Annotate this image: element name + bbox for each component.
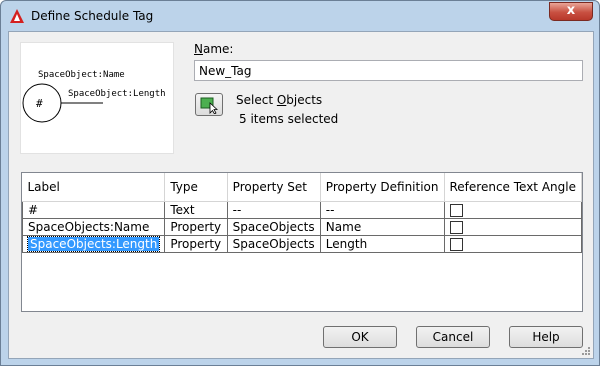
dialog-title: Define Schedule Tag [31,9,154,23]
column-header-reference-text-angle[interactable]: Reference Text Angle [444,173,582,202]
preview-label-name: SpaceObject:Name [38,70,125,80]
preview-symbol: # [36,97,43,110]
preview-label-length: SpaceObject:Length [68,89,166,99]
cell-property-definition[interactable]: Length [319,234,445,253]
tag-preview-drawing: # SpaceObject:Name SpaceObject:Length [22,70,166,123]
name-input[interactable] [194,60,583,81]
cell-property-set[interactable]: SpaceObjects [226,234,321,253]
dialog-window: Define Schedule Tag x # SpaceObject:Name… [0,0,600,366]
table-row[interactable]: SpaceObjects:Name Property SpaceObjects … [21,217,582,236]
ok-button[interactable]: OK [323,326,397,348]
resize-grip-icon[interactable] [581,346,591,356]
reference-text-angle-checkbox[interactable] [449,203,463,217]
title-bar: Define Schedule Tag x [1,1,599,31]
table-row[interactable]: # Text -- -- [21,200,582,219]
cell-type[interactable]: Text [164,200,228,219]
selected-label-text: SpaceObjects:Length [26,235,161,252]
reference-text-angle-checkbox[interactable] [449,220,463,234]
dialog-body: # SpaceObject:Name SpaceObject:Length Na… [8,31,594,359]
cell-property-definition[interactable]: Name [319,217,445,236]
select-objects-icon [200,97,219,114]
tag-preview: # SpaceObject:Name SpaceObject:Length [20,42,174,154]
close-button[interactable]: x [549,2,593,21]
autocad-app-icon [10,9,24,23]
cell-type[interactable]: Property [164,217,228,236]
cell-reference-text-angle[interactable] [443,217,582,236]
column-header-label[interactable]: Label [22,173,166,202]
select-objects-button[interactable] [195,93,223,116]
cell-property-set[interactable]: -- [226,200,321,219]
cell-reference-text-angle[interactable] [443,234,582,253]
cell-type[interactable]: Property [164,234,228,253]
help-button[interactable]: Help [509,326,583,348]
cell-property-set[interactable]: SpaceObjects [226,217,321,236]
name-label: Name: [194,42,234,56]
select-objects-label: Select Objects [236,93,323,107]
cell-reference-text-angle[interactable] [443,200,582,219]
column-header-property-definition[interactable]: Property Definition [320,173,445,202]
close-icon: x [566,3,576,18]
cell-label[interactable]: SpaceObjects:Name [21,217,166,236]
reference-text-angle-checkbox[interactable] [449,237,463,251]
cancel-button[interactable]: Cancel [416,326,490,348]
cell-label[interactable]: # [21,200,166,219]
cell-property-definition[interactable]: -- [319,200,445,219]
cell-label-selected[interactable]: SpaceObjects:Length [21,234,166,253]
tag-properties-table: Label Type Property Set Property Definit… [21,172,583,312]
table-header-row: Label Type Property Set Property Definit… [22,173,582,202]
column-header-property-set[interactable]: Property Set [227,173,321,202]
selection-count: 5 items selected [239,112,339,126]
table-row[interactable]: SpaceObjects:Length Property SpaceObject… [21,234,582,253]
column-header-type[interactable]: Type [164,173,228,202]
